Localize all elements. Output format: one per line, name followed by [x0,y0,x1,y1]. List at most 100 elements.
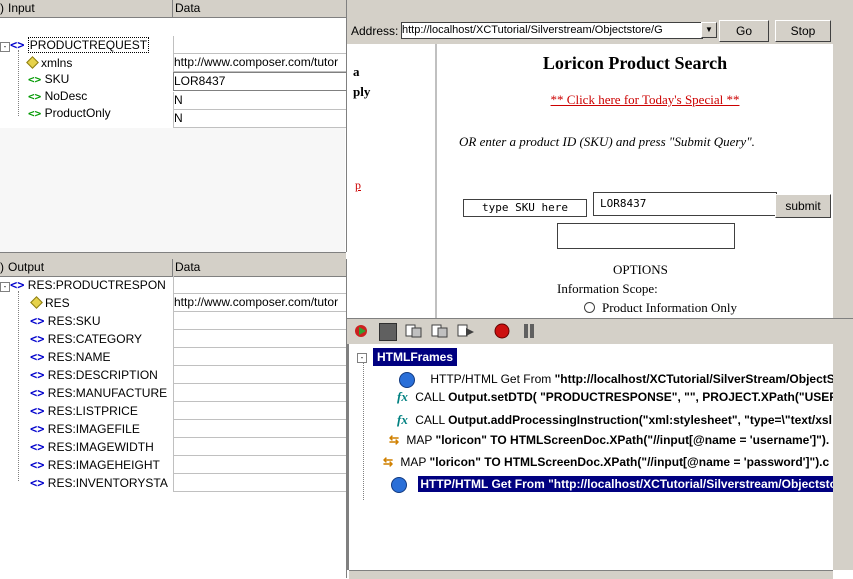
data-cell[interactable] [173,384,346,402]
step-out-icon[interactable] [457,323,475,339]
data-column-header[interactable]: Data [173,0,348,17]
node-label: RES:IMAGEWIDTH [47,440,154,454]
tree-row-productrequest[interactable]: - <> PRODUCTREQUEST [0,36,150,54]
attribute-icon [30,296,43,309]
output-panel: ) Output Data - <> RES:PRODUCTRESPON RES h… [0,259,348,578]
tree-row-productonly[interactable]: <> ProductOnly [28,104,111,122]
data-cell[interactable] [173,330,346,348]
address-input[interactable]: http://localhost/XCTutorial/Silverstream… [401,22,703,39]
data-cell[interactable] [173,36,346,54]
node-label: RES:MANUFACTURE [47,386,168,400]
action-root[interactable]: HTMLFrames [373,348,458,366]
step-into-icon[interactable] [405,323,423,339]
data-cell[interactable] [173,456,346,474]
data-cell[interactable] [173,312,346,330]
tree-row-output-field[interactable]: <> RES:SKU [30,312,100,330]
map-arrows-icon: ⇆ [389,433,400,447]
element-tag-icon: <> [28,73,42,86]
input-column-header[interactable]: ) Input [0,0,173,17]
data-cell[interactable]: N [173,92,346,110]
submit-button[interactable]: submit [775,194,831,218]
tree-row-sku[interactable]: <> SKU [28,70,69,88]
data-cell[interactable] [173,402,346,420]
node-label: RES:LISTPRICE [47,404,138,418]
data-cell[interactable] [173,366,346,384]
go-button[interactable]: Go [719,20,769,42]
tree-row-output-field[interactable]: <> RES:LISTPRICE [30,402,138,420]
tree-row-nodesc[interactable]: <> NoDesc [28,87,87,105]
data-cell[interactable] [173,420,346,438]
expand-toggle-icon[interactable]: - [357,353,367,363]
element-tag-icon: <> [30,332,45,346]
globe-icon [391,476,407,493]
data-cell[interactable] [173,474,346,492]
expand-toggle-icon[interactable]: - [0,42,10,52]
output-column-header[interactable]: ) Output [0,259,173,276]
radio-button[interactable] [584,302,595,313]
action-row-call-setdtd[interactable]: fx CALL Output.setDTD( "PRODUCTRESPONSE"… [397,387,842,407]
element-tag-icon: <> [30,368,45,382]
address-dropdown-button[interactable]: ▼ [701,22,717,38]
action-row-http-get[interactable]: HTTP/HTML Get From "http://localhost/XCT… [399,369,835,389]
pause-icon[interactable] [521,323,537,339]
left-frame-link[interactable]: p [355,178,361,193]
tree-row-productresponse[interactable]: - <> RES:PRODUCTRESPON [0,276,166,294]
step-over-icon[interactable] [431,323,449,339]
data-cell[interactable] [173,348,346,366]
sku-input[interactable]: LOR8437 [593,192,777,216]
stop-button[interactable]: Stop [775,20,831,42]
radio-icon: ) [0,260,4,274]
stop-icon[interactable] [379,323,397,341]
element-tag-icon: <> [30,440,45,454]
element-tag-icon: <> [30,476,45,490]
function-icon: fx [397,412,408,427]
expand-toggle-icon[interactable]: - [0,282,10,292]
tree-row-output-field[interactable]: <> RES:MANUFACTURE [30,384,167,402]
action-row-map-username[interactable]: ⇆ MAP "loricon" TO HTMLScreenDoc.XPath("… [389,430,829,450]
data-cell[interactable]: LOR8437 [173,72,347,91]
tree-row-output-field[interactable]: <> RES:INVENTORYSTA [30,474,168,492]
node-label: RES:NAME [47,350,111,364]
tree-line [18,291,20,481]
run-icon[interactable] [353,323,371,339]
secondary-input[interactable] [557,223,735,249]
element-tag-icon: <> [30,314,45,328]
attribute-icon [26,56,39,69]
data-column-header[interactable]: Data [173,259,348,276]
tree-row-output-field[interactable]: <> RES:DESCRIPTION [30,366,158,384]
actions-vertical-scrollbar[interactable] [833,344,853,570]
tree-row-output-field[interactable]: <> RES:IMAGEFILE [30,420,140,438]
node-label: RES:DESCRIPTION [47,368,158,382]
left-frame-text: a [353,64,360,79]
left-frame: a ply p [347,44,437,318]
action-row-http-get-selected[interactable]: HTTP/HTML Get From "http://localhost/XCT… [391,474,844,494]
address-bar: Address: http://localhost/XCTutorial/Sil… [347,0,833,44]
browser-scrollbar[interactable] [833,0,853,318]
data-cell[interactable]: N [173,110,346,128]
tree-row-output-field[interactable]: <> RES:CATEGORY [30,330,142,348]
node-label: RES:CATEGORY [47,332,143,346]
radio-icon: ) [0,1,4,15]
element-tag-icon: <> [30,404,45,418]
node-label: RES:IMAGEFILE [47,422,140,436]
breakpoint-icon[interactable] [493,322,511,340]
instructions-text: OR enter a product ID (SKU) and press "S… [459,134,755,149]
node-label: RES:INVENTORYSTA [47,476,168,490]
tree-row-output-field[interactable]: <> RES:IMAGEHEIGHT [30,456,160,474]
tree-row-res[interactable]: RES [30,294,70,312]
radio-label: Product Information Only [602,300,738,315]
element-tag-icon: <> [30,422,45,436]
data-cell[interactable] [173,438,346,456]
input-panel: ) Input Data - <> PRODUCTREQUEST xmlns htt… [0,0,348,252]
action-row-map-password[interactable]: ⇆ MAP "loricon" TO HTMLScreenDoc.XPath("… [383,452,829,472]
tree-row-output-field[interactable]: <> RES:IMAGEWIDTH [30,438,154,456]
data-cell[interactable] [173,276,346,294]
action-row-call-addpi[interactable]: fx CALL Output.addProcessingInstruction(… [397,410,832,430]
special-link[interactable]: ** Click here for Today's Special ** [435,92,853,108]
empty-area [0,128,345,252]
element-tag-icon: <> [28,107,42,120]
tree-row-output-field[interactable]: <> RES:NAME [30,348,110,366]
data-cell[interactable]: http://www.composer.com/tutor [173,294,346,312]
actions-toolbar [347,318,853,345]
data-cell[interactable]: http://www.composer.com/tutor [173,54,346,72]
